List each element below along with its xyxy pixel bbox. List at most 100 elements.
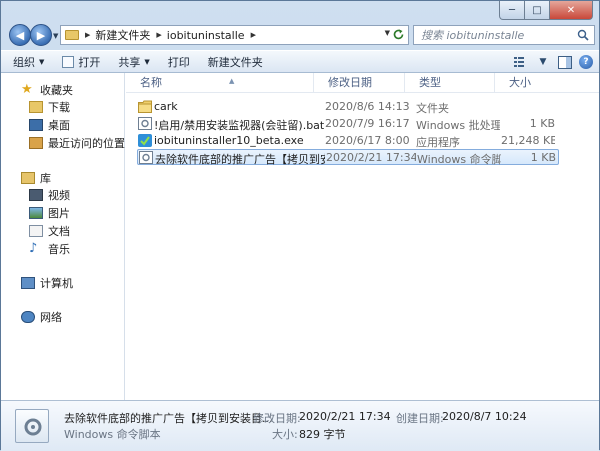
nav-downloads-label: 下载 — [48, 101, 70, 114]
star-icon: ★ — [21, 82, 33, 97]
column-header-type[interactable]: 类型 — [404, 73, 494, 93]
nav-pictures-label: 图片 — [48, 207, 70, 220]
nav-desktop-label: 桌面 — [48, 119, 70, 132]
open-label: 打开 — [78, 55, 101, 69]
nav-music[interactable]: ♪ 音乐 — [29, 240, 70, 258]
search-box[interactable] — [413, 25, 595, 45]
music-icon: ♪ — [29, 241, 38, 256]
file-row-cmd-selected[interactable]: 去除软件底部的推广广告【拷贝到安装... 2020/2/21 17:34 Win… — [137, 149, 559, 166]
explorer-window: ─ □ ✕ ◀ ▶ ▼ ▶ 新建文件夹 ▶ iobituninstalle ▶ … — [0, 0, 600, 451]
file-row-cark[interactable]: cark 2020/8/6 14:13 文件夹 — [137, 99, 559, 115]
file-name: !启用/禁用安装监视器(会驻留).bat — [154, 119, 324, 132]
back-button[interactable]: ◀ — [9, 24, 31, 46]
organize-label: 组织 — [13, 55, 35, 69]
share-menu[interactable]: 共享 ▼ — [109, 50, 158, 73]
folder-icon — [65, 30, 79, 40]
nav-recent[interactable]: 最近访问的位置 — [29, 134, 125, 152]
file-type: Windows 批处理... — [416, 119, 500, 132]
library-icon — [21, 172, 35, 184]
column-headers: 名称 ▲ 修改日期 类型 大小 — [126, 73, 599, 93]
desktop-icon — [29, 119, 43, 131]
pictures-icon — [29, 207, 43, 219]
details-pane: 去除软件底部的推广广告【拷贝到安装目... Windows 命令脚本 修改日期:… — [1, 400, 599, 451]
nav-computer[interactable]: 计算机 — [21, 274, 73, 292]
search-icon[interactable] — [577, 29, 589, 41]
file-row-exe[interactable]: iobituninstaller10_beta.exe 2020/6/17 8:… — [137, 133, 559, 149]
exe-icon — [138, 134, 152, 147]
file-size: 1 KB — [530, 151, 556, 164]
computer-icon — [21, 277, 35, 289]
downloads-folder-icon — [29, 101, 43, 113]
nav-desktop[interactable]: 桌面 — [29, 116, 70, 134]
nav-network[interactable]: 网络 — [21, 308, 62, 326]
details-file-name: 去除软件底部的推广广告【拷贝到安装目... — [64, 412, 273, 425]
search-input[interactable] — [421, 28, 571, 42]
details-modified-value: 2020/2/21 17:34 — [299, 410, 391, 423]
open-button[interactable]: 打开 — [53, 50, 109, 73]
share-label: 共享 — [118, 55, 141, 69]
folder-icon — [138, 100, 152, 113]
print-label: 打印 — [167, 55, 190, 69]
nav-computer-label: 计算机 — [40, 277, 73, 290]
nav-libraries[interactable]: 库 — [21, 169, 51, 187]
details-created-value: 2020/8/7 10:24 — [442, 410, 527, 423]
file-name: iobituninstaller10_beta.exe — [154, 134, 304, 147]
minimize-button[interactable]: ─ — [499, 1, 525, 20]
arrow-right-icon: ▶ — [36, 28, 46, 42]
view-options-dropdown[interactable]: ▼ — [535, 54, 551, 70]
nav-network-label: 网络 — [40, 311, 62, 324]
recent-pages-dropdown-icon[interactable]: ▼ — [53, 32, 58, 40]
help-icon[interactable]: ? — [579, 55, 593, 69]
column-header-size[interactable]: 大小 — [494, 73, 556, 93]
nav-videos[interactable]: 视频 — [29, 186, 70, 204]
file-type: 文件夹 — [416, 102, 449, 115]
nav-documents-label: 文档 — [48, 225, 70, 238]
details-size-label: 大小: — [272, 428, 298, 441]
close-button[interactable]: ✕ — [550, 1, 593, 20]
new-folder-label: 新建文件夹 — [207, 55, 263, 69]
command-bar: 组织 ▼ 打开 共享 ▼ 打印 新建文件夹 ▼ ? — [1, 50, 599, 73]
breadcrumb-iobituninstalle[interactable]: iobituninstalle — [167, 29, 245, 42]
batch-file-icon — [138, 117, 152, 130]
nav-libraries-label: 库 — [40, 172, 51, 185]
preview-pane-button[interactable] — [557, 54, 573, 70]
cmd-script-large-icon — [15, 409, 49, 443]
address-bar[interactable]: ▶ 新建文件夹 ▶ iobituninstalle ▶ ▼ — [60, 25, 409, 45]
nav-pictures[interactable]: 图片 — [29, 204, 70, 222]
details-file-type: Windows 命令脚本 — [64, 428, 161, 441]
details-size-value: 829 字节 — [299, 428, 346, 441]
file-size: 1 KB — [529, 117, 555, 130]
maximize-button[interactable]: □ — [525, 1, 550, 20]
file-list: 名称 ▲ 修改日期 类型 大小 cark 2020/8/6 14:13 文件夹 … — [126, 73, 599, 400]
column-header-date[interactable]: 修改日期 — [313, 73, 404, 93]
print-button[interactable]: 打印 — [159, 50, 199, 73]
chevron-right-icon[interactable]: ▶ — [85, 31, 90, 39]
file-row-bat[interactable]: !启用/禁用安装监视器(会驻留).bat 2020/7/9 16:17 Wind… — [137, 116, 559, 132]
nav-downloads[interactable]: 下载 — [29, 98, 70, 116]
file-date: 2020/6/17 8:00 — [325, 134, 410, 147]
file-date: 2020/7/9 16:17 — [325, 117, 410, 130]
file-date: 2020/2/21 17:34 — [326, 151, 416, 164]
chevron-right-icon[interactable]: ▶ — [156, 31, 161, 39]
cmd-script-icon — [139, 151, 153, 164]
column-type-label: 类型 — [419, 76, 441, 89]
forward-button[interactable]: ▶ — [30, 24, 52, 46]
nav-music-label: 音乐 — [48, 243, 70, 256]
organize-menu[interactable]: 组织 ▼ — [1, 50, 53, 73]
nav-favorites[interactable]: ★ 收藏夹 — [21, 81, 73, 99]
nav-videos-label: 视频 — [48, 189, 70, 202]
address-row: ◀ ▶ ▼ ▶ 新建文件夹 ▶ iobituninstalle ▶ ▼ — [1, 24, 599, 46]
breadcrumb-new-folder[interactable]: 新建文件夹 — [95, 27, 150, 43]
open-icon — [62, 55, 75, 68]
nav-documents[interactable]: 文档 — [29, 222, 70, 240]
view-controls: ▼ ? — [513, 54, 593, 70]
new-folder-button[interactable]: 新建文件夹 — [199, 50, 272, 73]
chevron-down-icon: ▼ — [144, 57, 150, 66]
video-icon — [29, 189, 43, 201]
column-header-name[interactable]: 名称 ▲ — [126, 73, 313, 93]
recent-places-icon — [29, 137, 43, 149]
change-view-button[interactable] — [513, 54, 529, 70]
view-list-icon — [514, 57, 524, 67]
refresh-button[interactable] — [389, 25, 407, 43]
chevron-right-icon[interactable]: ▶ — [251, 31, 256, 39]
